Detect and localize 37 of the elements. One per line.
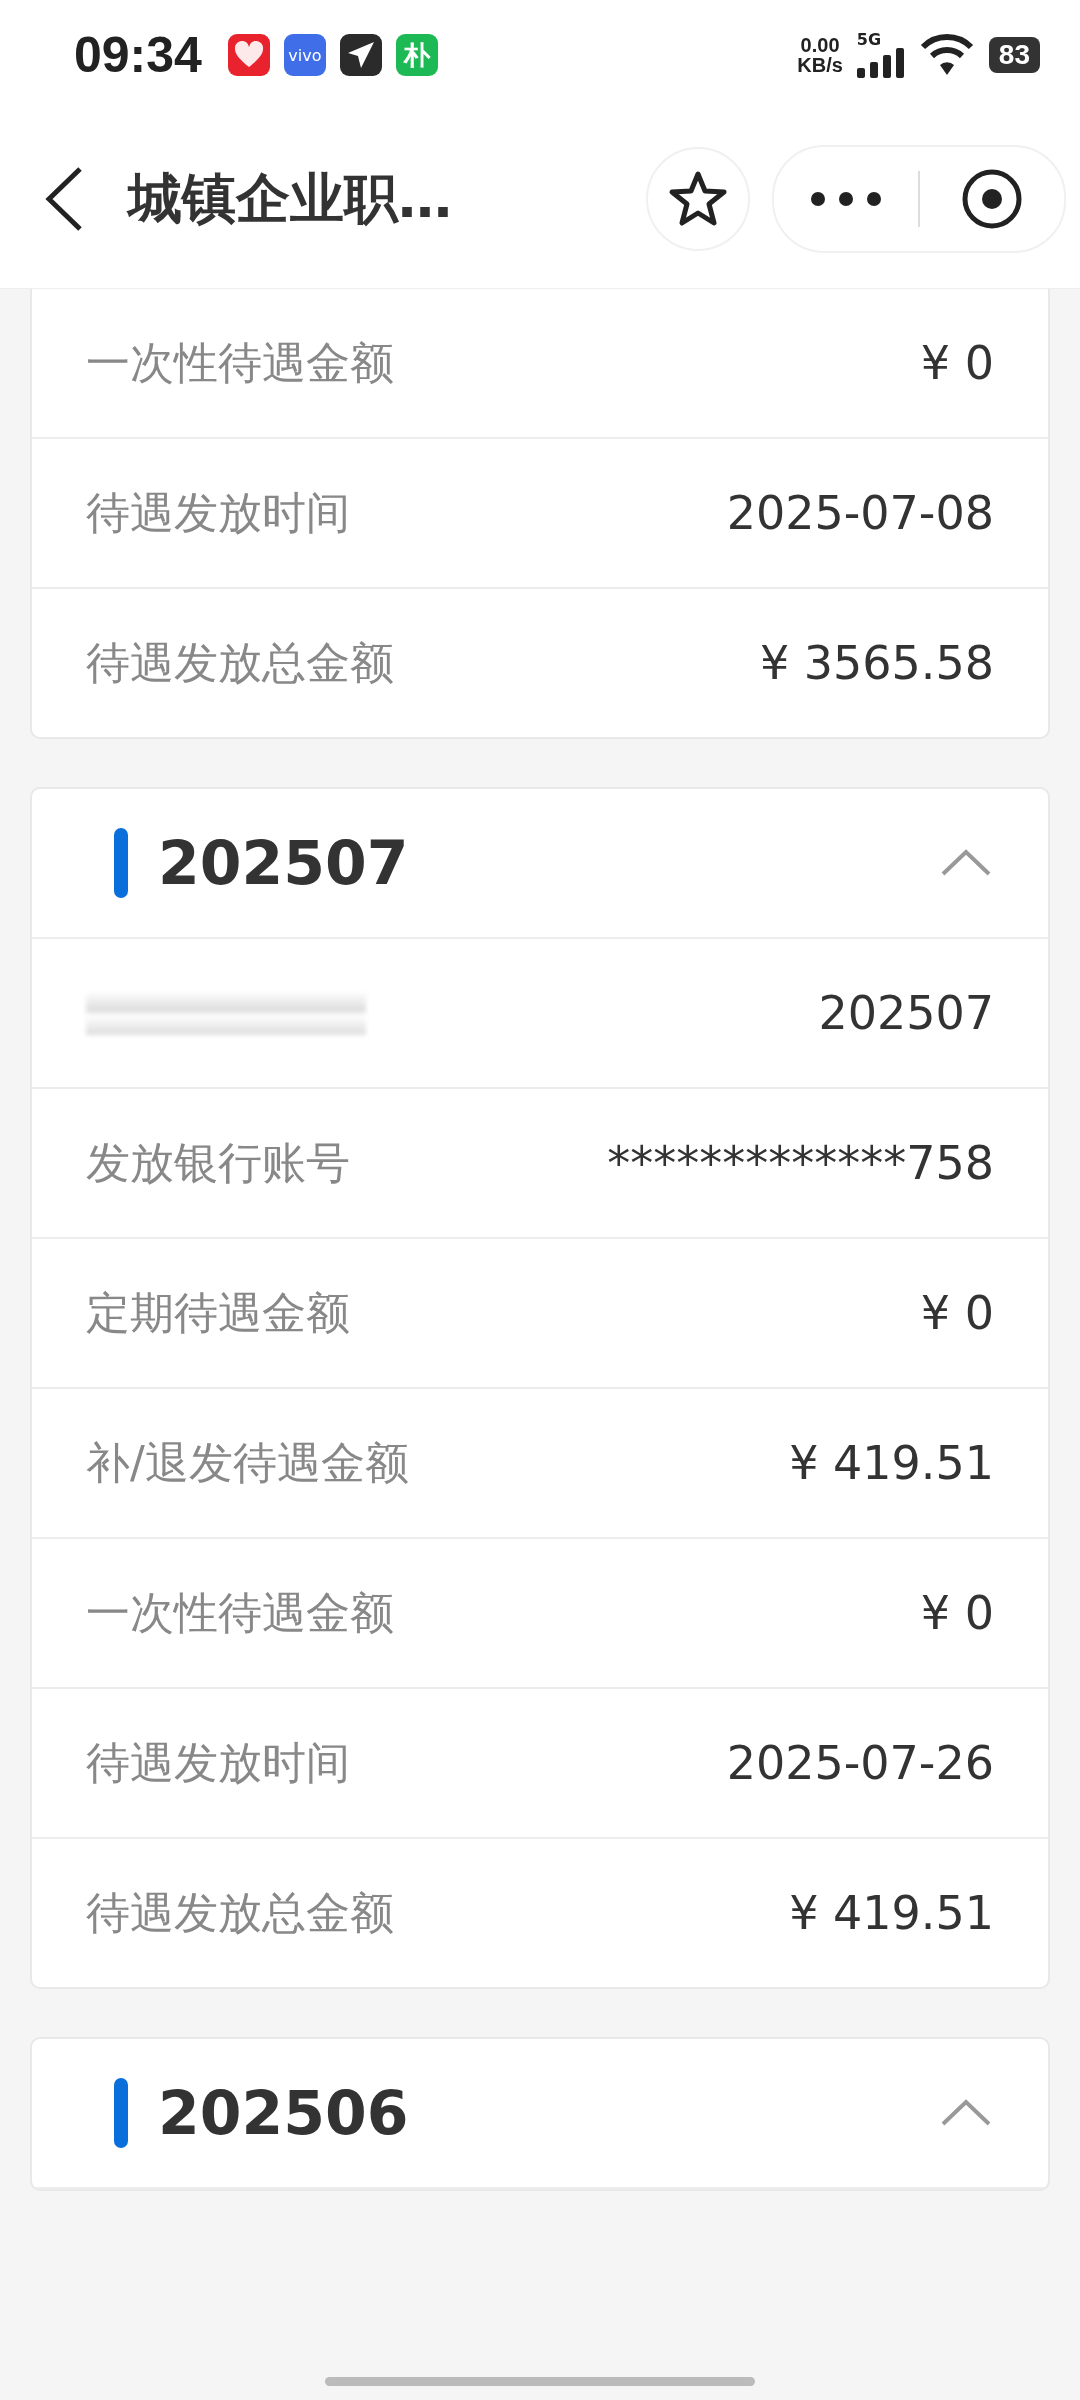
field-label: 待遇发放总金额 (86, 1885, 394, 1940)
field-value: ¥ 0 (920, 1586, 994, 1640)
chevron-up-icon[interactable] (940, 2099, 992, 2127)
app-icon: vivo (283, 34, 326, 76)
field-value: 202507 (818, 986, 994, 1040)
month-title: 202506 (158, 2078, 410, 2148)
field-label: 发放银行账号 (86, 1135, 350, 1190)
network-speed: 0.00 KB/s (797, 35, 843, 75)
field-value: ¥ 0 (920, 336, 994, 390)
field-label: 待遇发放时间 (86, 485, 350, 540)
field-label: 一次性待遇金额 (86, 1585, 394, 1640)
accent-bar (114, 2078, 128, 2148)
field-value: ¥ 419.51 (789, 1886, 994, 1940)
field-value: *************758 (607, 1136, 994, 1190)
field-label: 待遇发放时间 (86, 1735, 350, 1790)
star-icon (668, 170, 728, 228)
accent-bar (114, 828, 128, 898)
field-label: 定期待遇金额 (86, 1285, 350, 1340)
app-icon: 朴 (395, 34, 438, 76)
field-value: 2025-07-08 (726, 486, 994, 540)
field-label: 一次性待遇金额 (86, 335, 394, 390)
clock: 09:34 (74, 26, 202, 84)
field-value: ¥ 419.51 (789, 1436, 994, 1490)
chevron-up-icon[interactable] (940, 849, 992, 877)
page-title: 城镇企业职… (128, 165, 453, 232)
field-label: 待遇发放总金额 (86, 635, 394, 690)
wifi-icon (918, 33, 975, 77)
field-value: ¥ 0 (920, 1286, 994, 1340)
field-value: 2025-07-26 (726, 1736, 994, 1790)
field-label: 补/退发待遇金额 (86, 1435, 409, 1490)
field-value: ¥ 3565.58 (759, 636, 994, 690)
more-icon[interactable] (810, 191, 882, 207)
month-title: 202507 (158, 828, 410, 898)
close-app-icon[interactable] (961, 168, 1023, 230)
battery-indicator: 83 (988, 37, 1040, 73)
signal-indicator: 5G (856, 32, 905, 78)
back-icon[interactable] (44, 166, 84, 232)
